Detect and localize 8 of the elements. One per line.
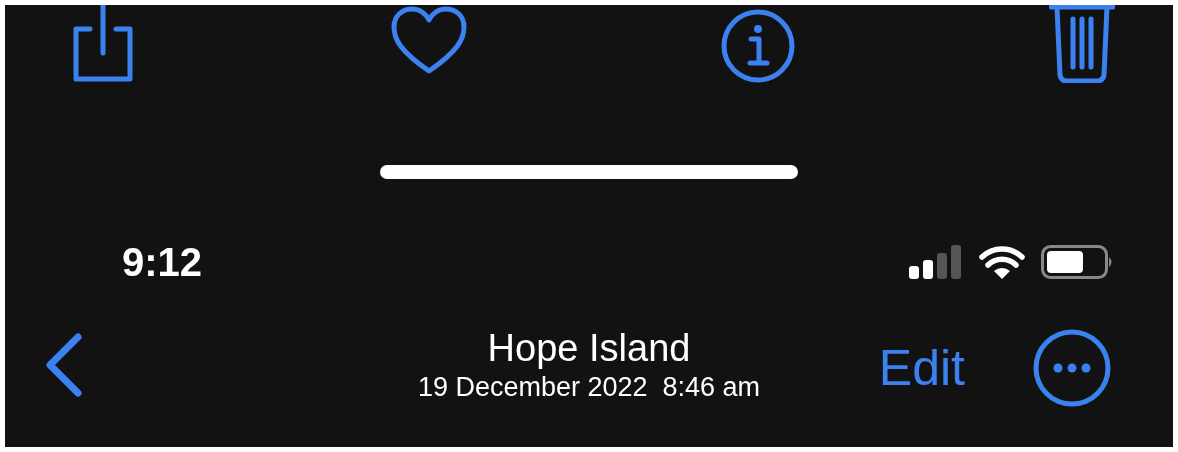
photo-title: Hope Island	[487, 326, 691, 370]
wifi-icon	[979, 245, 1025, 279]
more-button[interactable]	[1033, 329, 1111, 407]
signal-icon	[909, 245, 963, 279]
photo-date: 19 December 2022 8:46 am	[417, 371, 761, 404]
status-time: 9:12	[122, 239, 203, 286]
edit-button[interactable]: Edit	[878, 340, 965, 396]
trash-icon[interactable]	[1048, 5, 1115, 83]
